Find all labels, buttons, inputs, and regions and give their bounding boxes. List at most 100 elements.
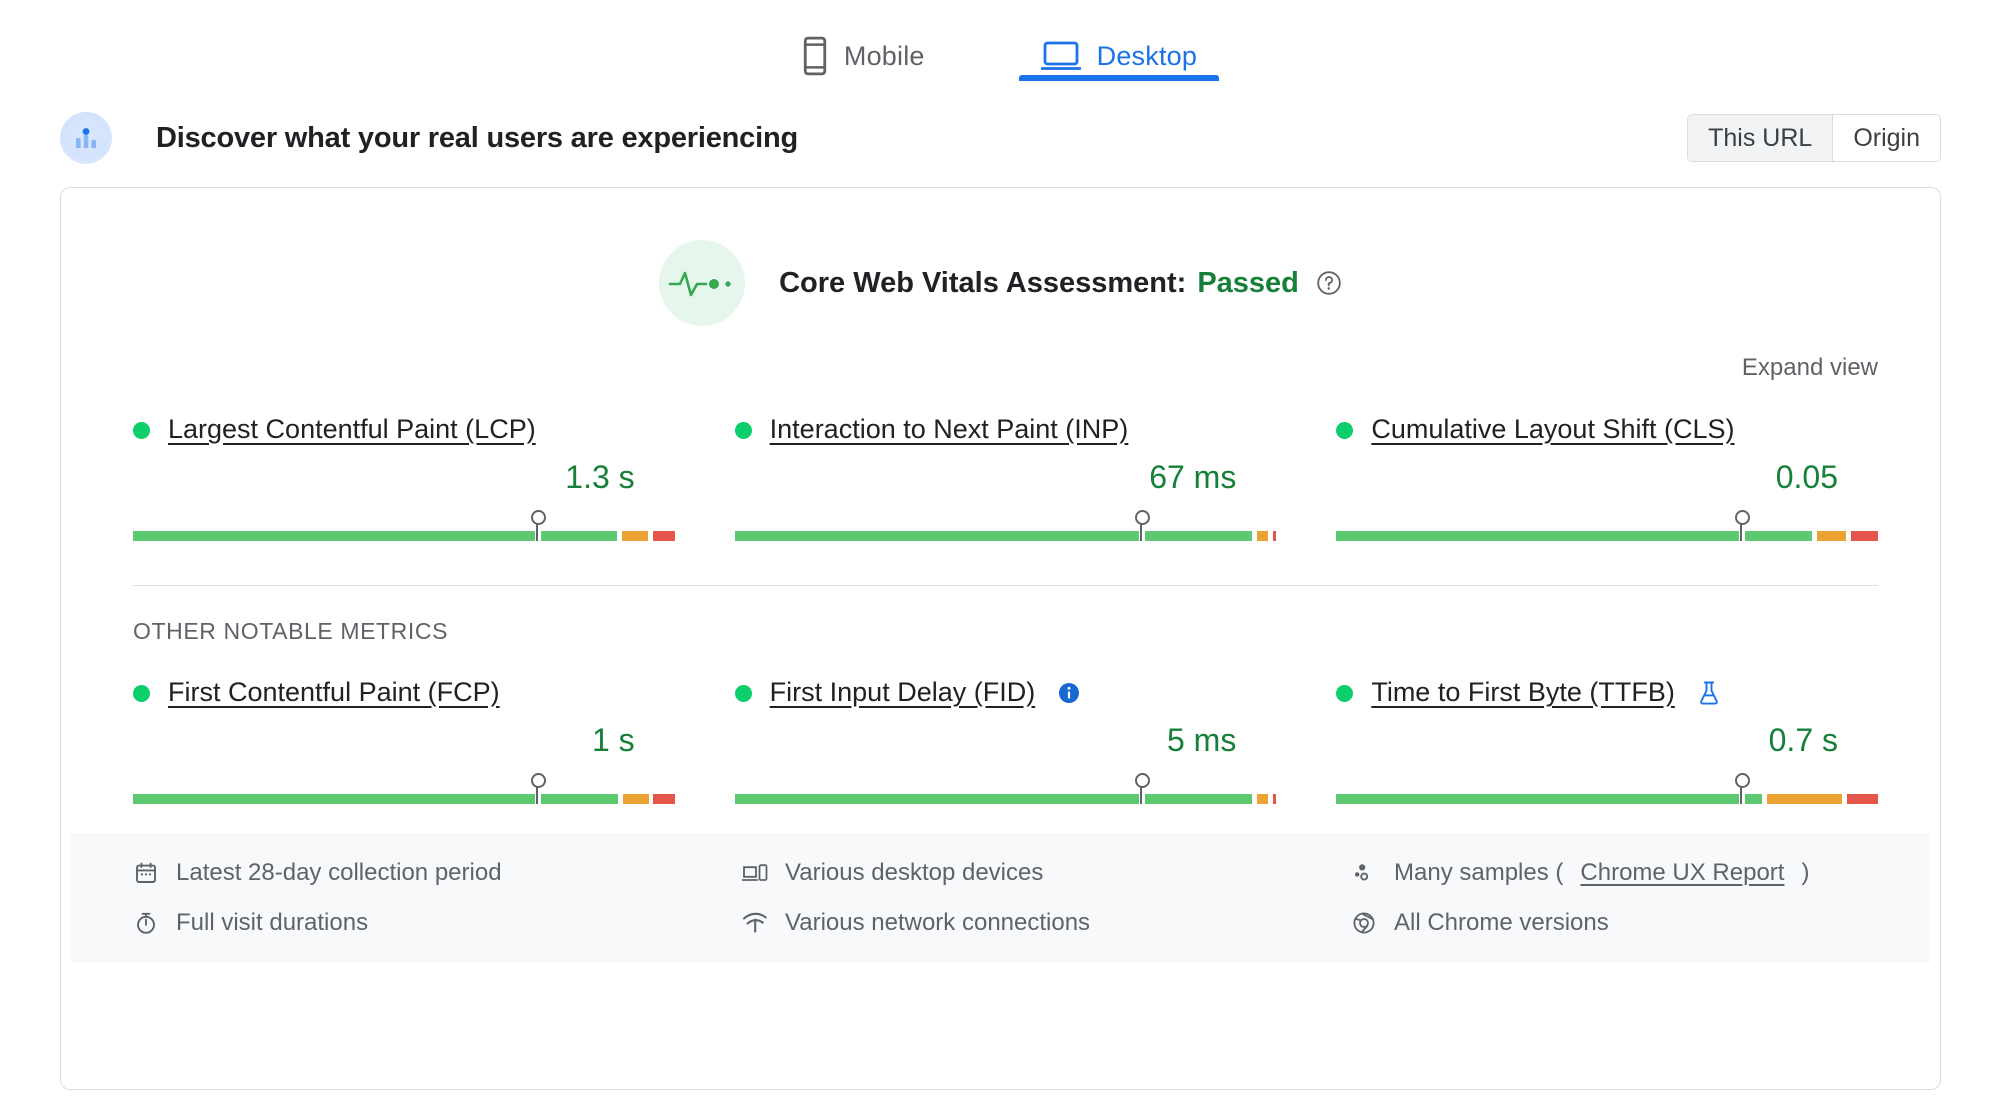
- metric-title: Time to First Byte (TTFB): [1336, 677, 1878, 708]
- metric-title: Interaction to Next Paint (INP): [734, 414, 1277, 445]
- bar-segment-orange: [622, 794, 649, 804]
- bar-segment-red: [1272, 794, 1277, 804]
- footer-text: Full visit durations: [176, 909, 369, 936]
- network-icon: [742, 910, 768, 936]
- metric-title: Cumulative Layout Shift (CLS): [1336, 414, 1878, 445]
- help-circle-icon[interactable]: [1316, 270, 1342, 296]
- metric-name-lcp[interactable]: Largest Contentful Paint (LCP): [168, 414, 536, 445]
- assessment-text: Core Web Vitals Assessment: Passed: [779, 267, 1342, 300]
- value-marker: [530, 510, 546, 541]
- bar-segment-green: [133, 794, 535, 804]
- metric-name-fcp[interactable]: First Contentful Paint (FCP): [168, 677, 500, 708]
- this-url-button[interactable]: This URL: [1688, 115, 1833, 161]
- footer-column-devices: Various desktop devices Various network …: [742, 859, 1321, 937]
- bar-segment-green: [734, 531, 1139, 541]
- flask-icon[interactable]: [1697, 680, 1721, 706]
- real-users-icon: [60, 112, 112, 164]
- info-icon[interactable]: [1057, 681, 1081, 705]
- samples-icon: [1351, 860, 1377, 886]
- expand-view-link[interactable]: Expand view: [1742, 354, 1878, 382]
- value-marker: [1134, 510, 1150, 541]
- bar-segment-red: [1847, 794, 1878, 804]
- active-tab-indicator: [1018, 75, 1220, 81]
- metric-value-lcp: 1.3 s: [565, 459, 635, 495]
- bar-segment-green: [1144, 794, 1253, 804]
- metric-cls: Cumulative Layout Shift (CLS) 0.05: [1336, 396, 1878, 541]
- footer-column-samples: Many samples ( Chrome UX Report) All Chro…: [1351, 859, 1930, 937]
- metric-value-fcp: 1 s: [591, 722, 635, 758]
- bar-segment-green: [1336, 531, 1740, 541]
- section-header: Discover what your real users are experi…: [0, 102, 1999, 174]
- footer-column-collection: Latest 28-day collection period Full vis…: [133, 859, 712, 937]
- bar-segment-green: [540, 794, 618, 804]
- bar-segments: [1336, 531, 1878, 541]
- bar-segments: [1336, 794, 1878, 804]
- metric-name-inp[interactable]: Interaction to Next Paint (INP): [770, 414, 1129, 445]
- expand-row: Expand view: [61, 326, 1940, 382]
- footer-item-collection-period: Latest 28-day collection period: [133, 859, 712, 887]
- field-data-card: Core Web Vitals Assessment: Passed Expan…: [60, 187, 1941, 1090]
- metric-value-inp: 67 ms: [1149, 459, 1237, 495]
- other-metrics-grid: First Contentful Paint (FCP) 1 s First I…: [61, 645, 1940, 804]
- distribution-bar-fcp: [133, 773, 675, 804]
- device-tabs: Mobile Desktop: [0, 0, 1999, 92]
- distribution-bar-lcp: [133, 510, 675, 541]
- tab-desktop-label: Desktop: [1096, 40, 1198, 71]
- calendar-icon: [133, 860, 159, 886]
- footer-text: Latest 28-day collection period: [176, 859, 502, 886]
- bar-segment-red: [1850, 531, 1878, 541]
- origin-button[interactable]: Origin: [1832, 115, 1940, 161]
- bar-segment-orange: [1256, 531, 1269, 541]
- pulse-icon: [659, 240, 746, 326]
- mobile-icon: [802, 36, 828, 76]
- bar-segments: [133, 794, 675, 804]
- status-dot-good: [133, 422, 150, 439]
- bar-segment-orange: [1817, 531, 1847, 541]
- assessment-row: Core Web Vitals Assessment: Passed: [61, 188, 1940, 326]
- chrome-icon: [1351, 910, 1377, 936]
- assessment-label: Core Web Vitals Assessment:: [779, 266, 1187, 299]
- bar-segment-red: [653, 794, 675, 804]
- scope-toggle: This URL Origin: [1687, 114, 1941, 162]
- desktop-icon: [1040, 40, 1081, 72]
- tab-desktop[interactable]: Desktop: [1018, 8, 1220, 92]
- metric-name-fid[interactable]: First Input Delay (FID): [770, 677, 1036, 708]
- value-marker: [530, 773, 546, 804]
- footer-text: Various desktop devices: [785, 859, 1044, 886]
- other-metrics-label: OTHER NOTABLE METRICS: [133, 618, 449, 644]
- distribution-bar-ttfb: [1336, 773, 1878, 804]
- tab-mobile[interactable]: Mobile: [780, 8, 947, 92]
- bar-segments: [133, 531, 675, 541]
- footer-item-chrome-versions: All Chrome versions: [1351, 909, 1930, 937]
- footer-item-samples: Many samples ( Chrome UX Report): [1351, 859, 1930, 887]
- stopwatch-icon: [133, 910, 159, 936]
- metric-name-ttfb[interactable]: Time to First Byte (TTFB): [1371, 677, 1675, 708]
- chrome-ux-report-link[interactable]: Chrome UX Report: [1580, 859, 1784, 887]
- distribution-bar-cls: [1336, 510, 1878, 541]
- bar-segment-red: [652, 531, 675, 541]
- metric-name-cls[interactable]: Cumulative Layout Shift (CLS): [1371, 414, 1734, 445]
- status-dot-good: [133, 685, 150, 702]
- footer-text: Various network connections: [785, 909, 1091, 936]
- metric-fid: First Input Delay (FID) 5 ms: [734, 659, 1277, 804]
- bar-segments: [734, 794, 1277, 804]
- bar-segment-orange: [621, 531, 649, 541]
- metric-inp: Interaction to Next Paint (INP) 67 ms: [734, 396, 1277, 541]
- bar-segment-green: [133, 531, 535, 541]
- metric-lcp: Largest Contentful Paint (LCP) 1.3 s: [133, 396, 675, 541]
- footer-text-after: ): [1801, 859, 1810, 886]
- bar-segment-green: [1144, 531, 1252, 541]
- devices-icon: [742, 860, 768, 886]
- page-title: Discover what your real users are experi…: [156, 121, 798, 154]
- footer-text: Many samples (: [1394, 859, 1564, 886]
- metric-value-cls: 0.05: [1775, 459, 1838, 495]
- metric-value-fid: 5 ms: [1166, 722, 1237, 758]
- distribution-bar-fid: [734, 773, 1277, 804]
- status-dot-good: [1336, 422, 1354, 439]
- bar-segment-green: [540, 531, 617, 541]
- footer-text: All Chrome versions: [1394, 909, 1609, 936]
- bar-segment-green: [1745, 531, 1813, 541]
- status-dot-good: [734, 422, 752, 439]
- metric-title: Largest Contentful Paint (LCP): [133, 414, 675, 445]
- bar-segment-orange: [1766, 794, 1843, 804]
